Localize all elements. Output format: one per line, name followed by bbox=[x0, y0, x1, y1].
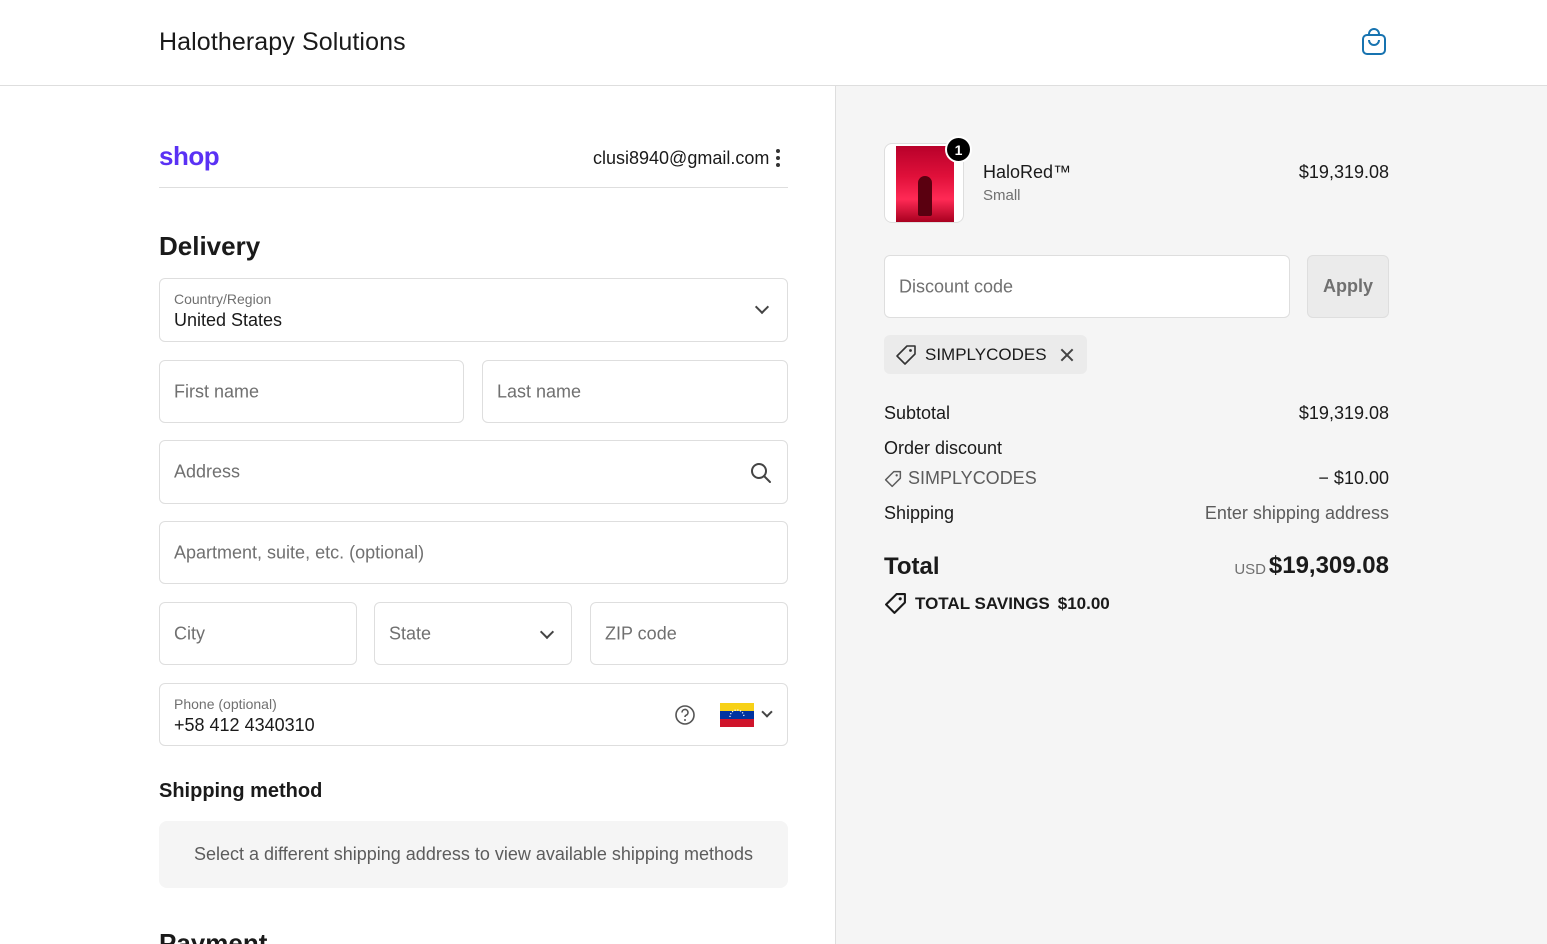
total-label: Total bbox=[884, 553, 940, 580]
subtotal-row: Subtotal $19,319.08 bbox=[884, 403, 1389, 424]
checkout-form: shop clusi8940@gmail.com Delivery Countr… bbox=[0, 86, 835, 944]
city-field[interactable]: City bbox=[159, 602, 357, 665]
tag-icon bbox=[896, 344, 916, 365]
order-discount-row: Order discount bbox=[884, 438, 1389, 459]
total-currency: USD bbox=[1234, 561, 1266, 578]
shop-logo: shop bbox=[159, 141, 220, 171]
store-name[interactable]: Halotherapy Solutions bbox=[159, 28, 406, 57]
divider bbox=[159, 187, 788, 188]
first-name-placeholder: First name bbox=[174, 381, 260, 401]
phone-label: Phone (optional) bbox=[174, 696, 277, 712]
zip-placeholder: ZIP code bbox=[605, 623, 677, 643]
product-name: HaloRed™ bbox=[983, 162, 1072, 182]
delivery-heading: Delivery bbox=[159, 231, 261, 261]
discount-code-placeholder: Discount code bbox=[899, 276, 1014, 296]
site-header: Halotherapy Solutions bbox=[0, 0, 1547, 86]
shipping-row: Shipping Enter shipping address bbox=[884, 503, 1389, 524]
order-discount-label: Order discount bbox=[884, 438, 1003, 458]
discount-value: − $10.00 bbox=[1318, 468, 1389, 488]
state-select[interactable]: State bbox=[374, 602, 572, 665]
chevron-down-icon bbox=[754, 299, 770, 315]
apartment-placeholder: Apartment, suite, etc. (optional) bbox=[174, 542, 425, 562]
address-placeholder: Address bbox=[174, 461, 241, 482]
shipping-value: Enter shipping address bbox=[1204, 503, 1389, 523]
help-icon[interactable] bbox=[674, 704, 696, 726]
order-summary: 1 HaloRed™ Small $19,319.08 Discount cod… bbox=[836, 86, 1547, 944]
apply-discount-button[interactable]: Apply bbox=[1307, 255, 1389, 318]
savings-label: TOTAL SAVINGS bbox=[915, 593, 1050, 613]
country-value: United States bbox=[174, 310, 283, 330]
total-savings: TOTAL SAVINGS $10.00 bbox=[884, 592, 1110, 615]
phone-value: +58 412 4340310 bbox=[174, 715, 315, 735]
chevron-down-icon bbox=[761, 706, 773, 718]
shipping-method-note: Select a different shipping address to v… bbox=[159, 821, 788, 888]
country-label: Country/Region bbox=[174, 291, 272, 307]
country-code-select[interactable] bbox=[720, 703, 756, 728]
last-name-field[interactable]: Last name bbox=[482, 360, 788, 423]
quantity-badge: 1 bbox=[945, 136, 972, 163]
product-image bbox=[896, 146, 954, 222]
state-placeholder: State bbox=[389, 623, 432, 643]
zip-field[interactable]: ZIP code bbox=[590, 602, 788, 665]
chevron-down-icon bbox=[539, 624, 555, 640]
phone-field[interactable]: Phone (optional) +58 412 4340310 bbox=[159, 683, 788, 746]
discount-code-field[interactable]: Discount code bbox=[884, 255, 1290, 318]
country-select[interactable]: Country/Region United States bbox=[159, 278, 788, 342]
apartment-field[interactable]: Apartment, suite, etc. (optional) bbox=[159, 521, 788, 584]
product-variant: Small bbox=[983, 187, 1021, 204]
more-options-icon[interactable] bbox=[770, 146, 786, 170]
product-price: $19,319.08 bbox=[1298, 162, 1389, 182]
first-name-field[interactable]: First name bbox=[159, 360, 464, 423]
payment-heading: Payment bbox=[159, 928, 268, 944]
savings-tag-icon bbox=[885, 593, 906, 614]
tag-icon bbox=[884, 470, 902, 487]
remove-discount-close-icon[interactable] bbox=[1059, 347, 1075, 363]
account-email: clusi8940@gmail.com bbox=[593, 148, 770, 168]
shopping-bag-icon[interactable] bbox=[1360, 27, 1388, 57]
total-value: $19,309.08 bbox=[1268, 552, 1389, 579]
discount-code-row: SIMPLYCODES − $10.00 bbox=[884, 468, 1389, 493]
city-placeholder: City bbox=[174, 623, 205, 643]
subtotal-value: $19,319.08 bbox=[1298, 403, 1389, 423]
savings-value: $10.00 bbox=[1057, 593, 1110, 613]
subtotal-label: Subtotal bbox=[884, 403, 951, 423]
search-icon bbox=[751, 463, 771, 483]
address-field[interactable]: Address bbox=[159, 440, 788, 504]
applied-discount-chip: SIMPLYCODES bbox=[884, 335, 1087, 374]
venezuela-flag-icon bbox=[720, 703, 754, 727]
last-name-placeholder: Last name bbox=[497, 381, 582, 401]
summary-discount-code: SIMPLYCODES bbox=[908, 468, 1037, 488]
shipping-method-heading: Shipping method bbox=[159, 780, 323, 802]
applied-discount-code: SIMPLYCODES bbox=[925, 344, 1047, 364]
shipping-label: Shipping bbox=[884, 503, 955, 523]
